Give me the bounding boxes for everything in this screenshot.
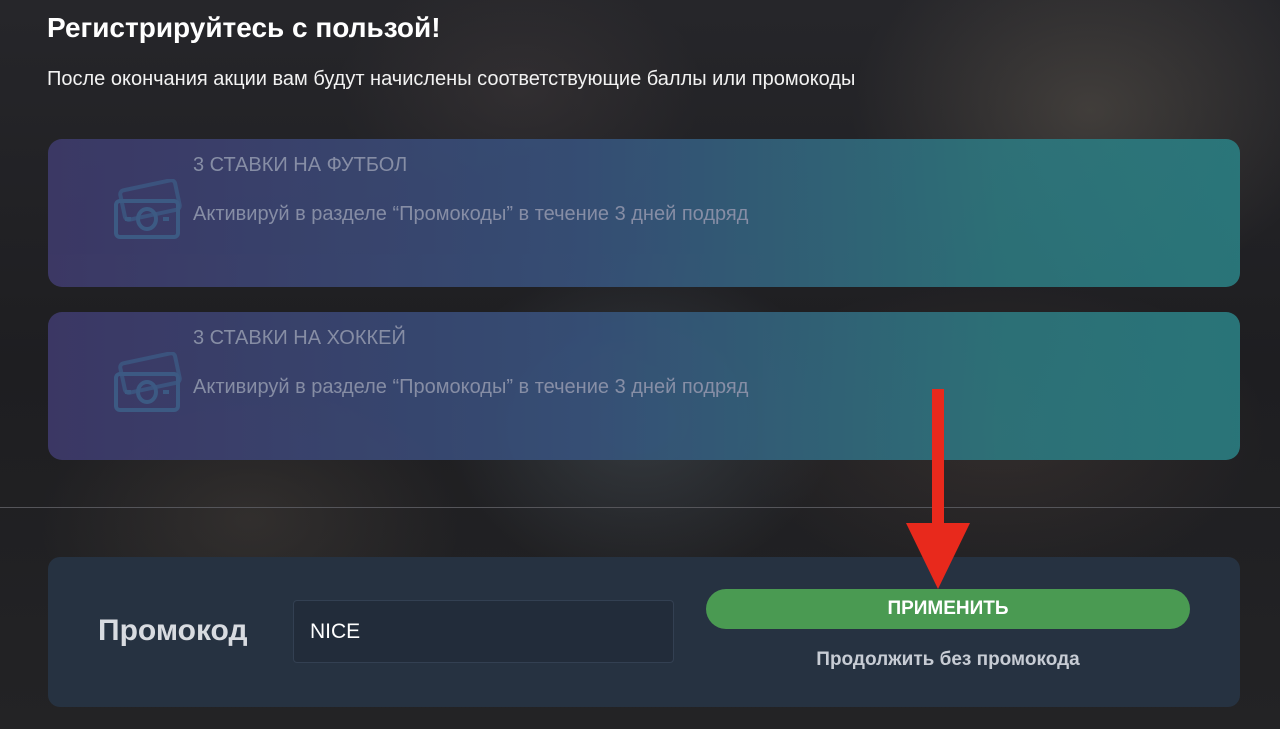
divider [0, 507, 1280, 508]
money-icon [106, 351, 190, 424]
offer-title: 3 СТАВКИ НА ХОККЕЙ [193, 327, 406, 349]
offer-description: Активируй в разделе “Промокоды” в течени… [193, 203, 749, 225]
continue-without-promo-link[interactable]: Продолжить без промокода [706, 649, 1190, 671]
page-subtitle: После окончания акции вам будут начислен… [47, 68, 856, 90]
arrow-down-icon [906, 389, 970, 589]
offer-description: Активируй в разделе “Промокоды” в течени… [193, 376, 749, 398]
money-icon [106, 178, 190, 251]
offer-card-football: 3 СТАВКИ НА ФУТБОЛ Активируй в разделе “… [48, 139, 1240, 287]
promo-label: Промокод [98, 614, 248, 647]
offer-card-hockey: 3 СТАВКИ НА ХОККЕЙ Активируй в разделе “… [48, 312, 1240, 460]
apply-button[interactable]: ПРИМЕНИТЬ [706, 589, 1190, 629]
promo-code-input[interactable] [293, 600, 674, 663]
promo-panel: Промокод ПРИМЕНИТЬ Продолжить без промок… [48, 557, 1240, 707]
offer-title: 3 СТАВКИ НА ФУТБОЛ [193, 154, 408, 176]
page-title: Регистрируйтесь с пользой! [47, 12, 441, 43]
